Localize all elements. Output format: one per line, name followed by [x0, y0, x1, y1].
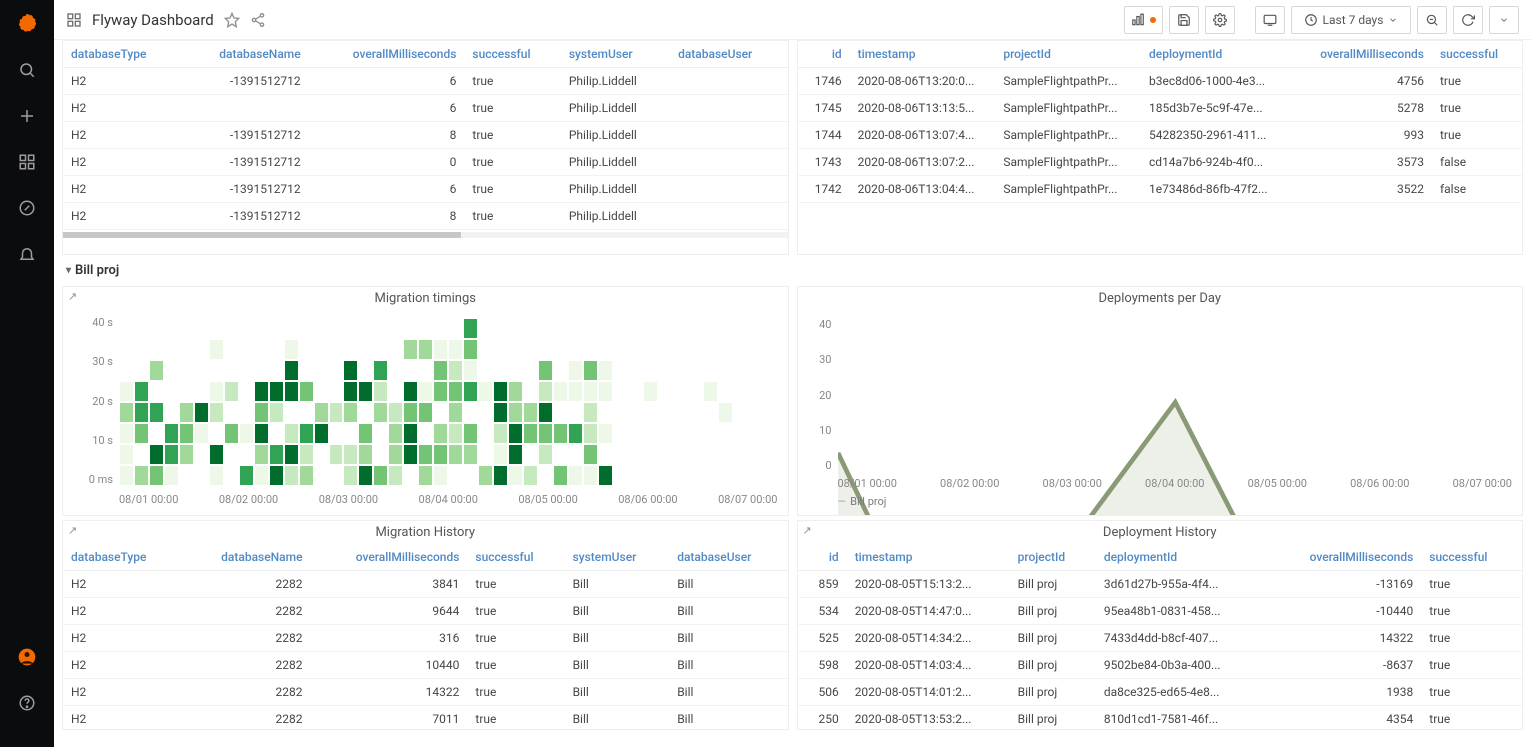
column-header[interactable]: overallMilliseconds: [309, 41, 465, 68]
table-top-left: databaseTypedatabaseNameoverallMilliseco…: [63, 41, 788, 230]
panel-deployments-per-day: Deployments per Day 403020100 08/01 00:0…: [797, 286, 1524, 516]
panel-migration-history: ↗ Migration History databaseTypedatabase…: [62, 520, 789, 730]
search-icon[interactable]: [13, 56, 41, 84]
column-header[interactable]: overallMilliseconds: [311, 544, 468, 571]
table-row[interactable]: H2-13915127128truePhilip.Liddell: [63, 122, 788, 149]
column-header[interactable]: id: [798, 41, 850, 68]
settings-button[interactable]: [1205, 6, 1235, 34]
table-row[interactable]: H2-13915127126truePhilip.Liddell: [63, 176, 788, 203]
chart-legend: Bill proj: [838, 495, 887, 508]
column-header[interactable]: databaseType: [63, 41, 182, 68]
plus-icon[interactable]: [13, 102, 41, 130]
column-header[interactable]: timestamp: [847, 544, 1010, 571]
table-row[interactable]: 5342020-08-05T14:47:0...Bill proj95ea48b…: [798, 598, 1523, 625]
column-header[interactable]: projectId: [1010, 544, 1096, 571]
table-row[interactable]: H2228210440trueBillBill: [63, 652, 788, 679]
table-migration-history: databaseTypedatabaseNameoverallMilliseco…: [63, 544, 788, 730]
refresh-interval-button[interactable]: [1489, 6, 1519, 34]
toolbar: Last 7 days: [1124, 6, 1519, 34]
table-row[interactable]: H26truePhilip.Liddell: [63, 95, 788, 122]
table-row[interactable]: 17432020-08-06T13:07:2...SampleFlightpat…: [798, 149, 1523, 176]
panel-migration-timings: ↗ Migration timings 40 s30 s20 s10 s0 ms…: [62, 286, 789, 516]
panel-title: Migration History: [63, 521, 788, 544]
column-header[interactable]: projectId: [995, 41, 1141, 68]
table-row[interactable]: 17452020-08-06T13:13:5...SampleFlightpat…: [798, 95, 1523, 122]
heatmap-chart[interactable]: 40 s30 s20 s10 s0 ms 08/01 00:0008/02 00…: [63, 310, 788, 510]
share-icon[interactable]: [250, 12, 266, 28]
save-button[interactable]: [1169, 6, 1199, 34]
table-row[interactable]: H2-13915127126truePhilip.Liddell: [63, 68, 788, 95]
horizontal-scrollbar[interactable]: [63, 232, 788, 238]
time-range-label: Last 7 days: [1323, 13, 1384, 27]
panel-title: Deployments per Day: [798, 287, 1523, 310]
table-row[interactable]: H2228214322trueBillBill: [63, 679, 788, 706]
zoom-out-button[interactable]: [1417, 6, 1447, 34]
column-header[interactable]: successful: [1421, 544, 1522, 571]
table-row[interactable]: H222827011trueBillBill: [63, 706, 788, 731]
section-header-billproj[interactable]: Bill proj: [62, 259, 1523, 282]
main-area: Flyway Dashboard Last 7 days: [54, 0, 1531, 747]
help-icon[interactable]: [13, 689, 41, 717]
table-row[interactable]: 5982020-08-05T14:03:4...Bill proj9502be8…: [798, 652, 1523, 679]
line-chart[interactable]: 403020100 08/01 00:0008/02 00:0008/03 00…: [798, 310, 1523, 510]
table-row[interactable]: H222823841trueBillBill: [63, 571, 788, 598]
panel-deployment-history: ↗ Deployment History idtimestampprojectI…: [797, 520, 1524, 730]
panel-top-left-table: databaseTypedatabaseNameoverallMilliseco…: [62, 40, 789, 255]
panel-title: Migration timings: [63, 287, 788, 310]
table-row[interactable]: 17462020-08-06T13:20:0...SampleFlightpat…: [798, 68, 1523, 95]
panel-link-icon[interactable]: ↗: [68, 290, 77, 303]
legend-label: Bill proj: [850, 495, 886, 508]
column-header[interactable]: successful: [467, 544, 564, 571]
table-row[interactable]: H2-13915127120truePhilip.Liddell: [63, 149, 788, 176]
explore-icon[interactable]: [13, 194, 41, 222]
table-row[interactable]: H222829644trueBillBill: [63, 598, 788, 625]
tv-mode-button[interactable]: [1255, 6, 1285, 34]
alerting-icon[interactable]: [13, 240, 41, 268]
table-row[interactable]: 17442020-08-06T13:07:4...SampleFlightpat…: [798, 122, 1523, 149]
table-row[interactable]: 5062020-08-05T14:01:2...Bill projda8ce32…: [798, 679, 1523, 706]
time-range-picker[interactable]: Last 7 days: [1291, 6, 1411, 34]
table-deployment-history: idtimestampprojectIddeploymentIdoverallM…: [798, 544, 1523, 730]
dashboards-icon[interactable]: [13, 148, 41, 176]
column-header[interactable]: systemUser: [565, 544, 670, 571]
column-header[interactable]: id: [798, 544, 847, 571]
refresh-button[interactable]: [1453, 6, 1483, 34]
profile-icon[interactable]: [13, 643, 41, 671]
column-header[interactable]: databaseUser: [670, 41, 787, 68]
add-panel-button[interactable]: [1124, 6, 1163, 34]
column-header[interactable]: databaseUser: [669, 544, 787, 571]
column-header[interactable]: systemUser: [561, 41, 670, 68]
app-sidebar: [0, 0, 54, 747]
table-row[interactable]: 8592020-08-05T15:13:2...Bill proj3d61d27…: [798, 571, 1523, 598]
table-row[interactable]: H2-13915127128truePhilip.Liddell: [63, 203, 788, 230]
table-row[interactable]: 2502020-08-05T13:53:2...Bill proj810d1cd…: [798, 706, 1523, 731]
column-header[interactable]: deploymentId: [1141, 41, 1287, 68]
panel-top-right-table: idtimestampprojectIddeploymentIdoverallM…: [797, 40, 1524, 255]
dashboard-grid-icon: [66, 12, 82, 28]
column-header[interactable]: deploymentId: [1096, 544, 1259, 571]
table-row[interactable]: 17422020-08-06T13:04:4...SampleFlightpat…: [798, 176, 1523, 203]
column-header[interactable]: successful: [464, 41, 560, 68]
column-header[interactable]: databaseName: [183, 544, 311, 571]
column-header[interactable]: timestamp: [850, 41, 996, 68]
column-header[interactable]: databaseName: [182, 41, 309, 68]
column-header[interactable]: overallMilliseconds: [1287, 41, 1432, 68]
column-header[interactable]: successful: [1432, 41, 1522, 68]
grafana-logo[interactable]: [13, 10, 41, 38]
topbar: Flyway Dashboard Last 7 days: [54, 0, 1531, 40]
panel-link-icon[interactable]: ↗: [68, 524, 77, 537]
panel-title: Deployment History: [798, 521, 1523, 544]
page-title: Flyway Dashboard: [92, 11, 214, 29]
column-header[interactable]: overallMilliseconds: [1259, 544, 1422, 571]
panel-link-icon[interactable]: ↗: [803, 524, 812, 537]
table-row[interactable]: H22282316trueBillBill: [63, 625, 788, 652]
table-row[interactable]: 5252020-08-05T14:34:2...Bill proj7433d4d…: [798, 625, 1523, 652]
table-top-right: idtimestampprojectIddeploymentIdoverallM…: [798, 41, 1523, 203]
column-header[interactable]: databaseType: [63, 544, 183, 571]
section-label: Bill proj: [75, 263, 119, 278]
star-icon[interactable]: [224, 12, 240, 28]
